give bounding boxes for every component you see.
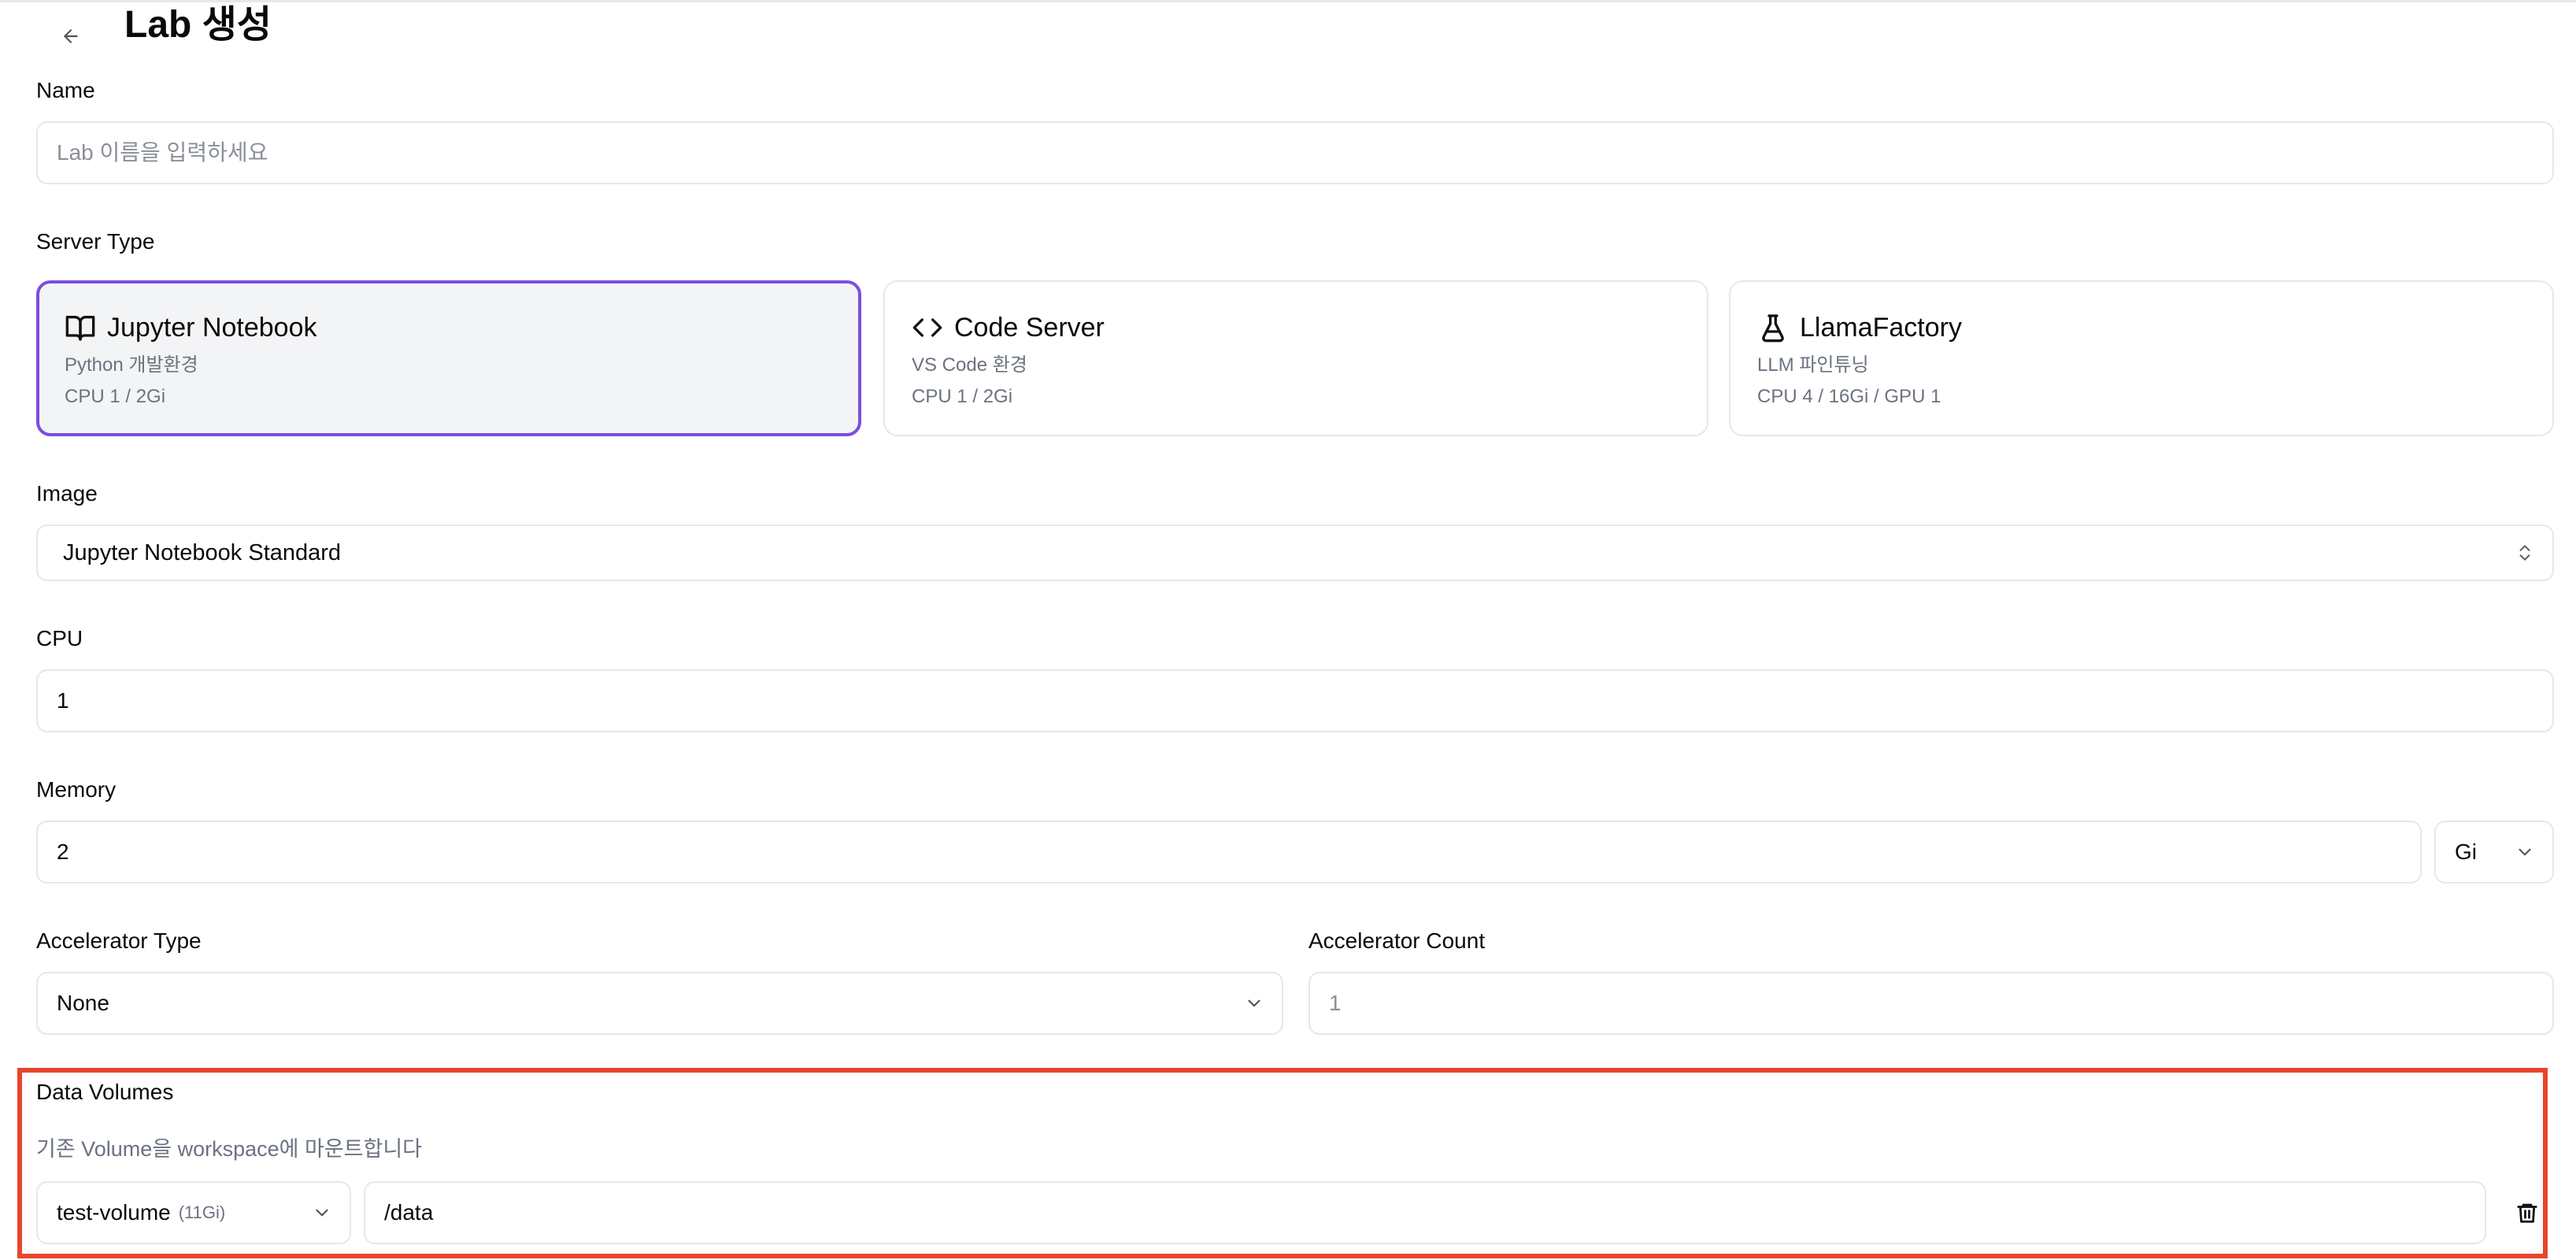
- volume-name: test-volume: [57, 1200, 171, 1225]
- accelerator-type-value: None: [57, 991, 109, 1015]
- delete-volume-button[interactable]: [2511, 1197, 2543, 1228]
- chevron-down-icon: [316, 1209, 328, 1217]
- data-volumes-help: 기존 Volume을 workspace에 마운트합니다: [36, 1137, 423, 1161]
- volume-size: (11Gi): [178, 1203, 226, 1222]
- memory-unit-select[interactable]: Gi: [2434, 821, 2554, 884]
- flask-icon: [1762, 314, 1784, 343]
- card-subtitle: LLM 파인튜닝: [1757, 354, 1869, 376]
- memory-input-value: 2: [57, 839, 69, 864]
- accelerator-count-label: Accelerator Count: [1308, 928, 1486, 953]
- mount-path-field[interactable]: /data: [364, 1181, 2486, 1244]
- image-label: Image: [36, 481, 98, 506]
- book-open-icon: [65, 316, 95, 341]
- card-subtitle: Python 개발환경: [65, 354, 198, 376]
- back-button[interactable]: [55, 20, 87, 52]
- server-type-llamafactory-card[interactable]: LlamaFactory LLM 파인튜닝 CPU 4 / 16Gi / GPU…: [1729, 280, 2554, 436]
- arrow-left-icon: [64, 29, 78, 43]
- card-spec: CPU 1 / 2Gi: [65, 386, 166, 407]
- trash-icon: [2517, 1203, 2537, 1223]
- memory-label: Memory: [36, 777, 117, 802]
- code-icon: [912, 318, 942, 337]
- name-input[interactable]: [57, 140, 2533, 165]
- chevron-down-icon: [1248, 999, 1260, 1007]
- card-title: Jupyter Notebook: [107, 312, 317, 343]
- accelerator-type-select[interactable]: None: [36, 972, 1283, 1035]
- accelerator-type-label: Accelerator Type: [36, 928, 202, 953]
- card-title: Code Server: [954, 312, 1105, 343]
- image-select[interactable]: Jupyter Notebook Standard: [36, 524, 2554, 581]
- cpu-label: CPU: [36, 626, 83, 650]
- server-type-label: Server Type: [36, 229, 155, 254]
- name-field[interactable]: [36, 121, 2554, 184]
- cpu-field[interactable]: 1: [36, 669, 2554, 732]
- image-select-value: Jupyter Notebook Standard: [63, 539, 342, 565]
- card-title: LlamaFactory: [1800, 312, 1962, 343]
- accelerator-count-field[interactable]: 1: [1308, 972, 2554, 1035]
- chevrons-up-down-icon: [2519, 545, 2530, 561]
- top-divider: [0, 0, 2576, 2]
- server-type-code-server-card[interactable]: Code Server VS Code 환경 CPU 1 / 2Gi: [883, 280, 1708, 436]
- page-title: Lab 생성: [124, 4, 272, 46]
- name-label: Name: [36, 78, 95, 102]
- memory-field[interactable]: 2: [36, 821, 2422, 884]
- volume-select[interactable]: test-volume (11Gi): [36, 1181, 351, 1244]
- accelerator-count-value: 1: [1329, 991, 1342, 1015]
- card-spec: CPU 1 / 2Gi: [912, 386, 1013, 407]
- cpu-input-value: 1: [57, 688, 69, 713]
- card-spec: CPU 4 / 16Gi / GPU 1: [1757, 386, 1941, 407]
- server-type-jupyter-card[interactable]: Jupyter Notebook Python 개발환경 CPU 1 / 2Gi: [36, 280, 861, 436]
- mount-path-value: /data: [384, 1200, 434, 1225]
- card-subtitle: VS Code 환경: [912, 354, 1027, 376]
- data-volumes-label: Data Volumes: [36, 1080, 174, 1104]
- memory-unit-value: Gi: [2455, 839, 2477, 864]
- chevron-down-icon: [2519, 848, 2531, 856]
